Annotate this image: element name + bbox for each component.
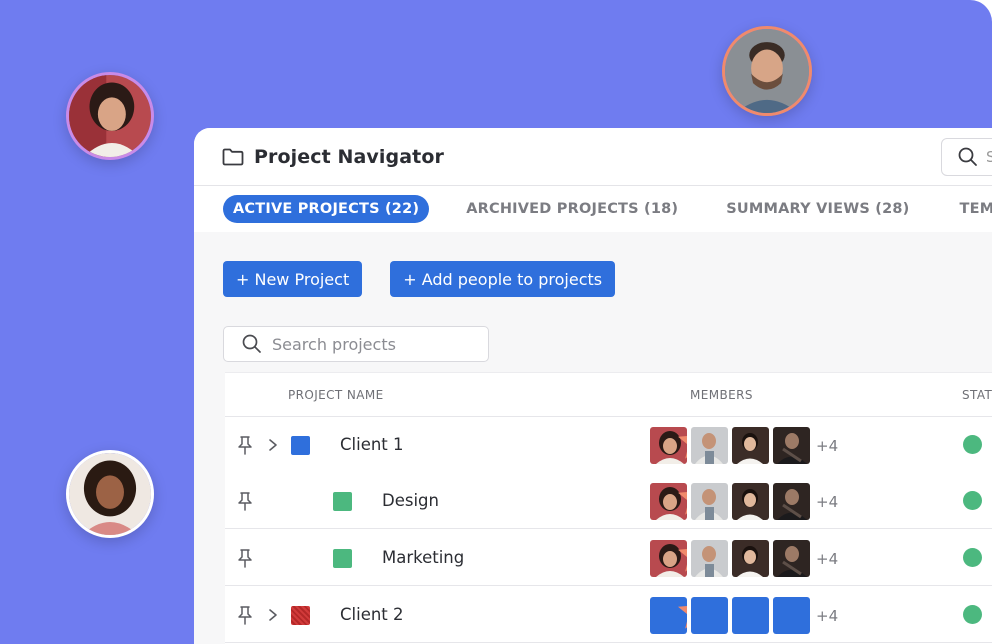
folder-icon xyxy=(222,148,244,165)
member-photo xyxy=(691,427,728,464)
member-avatars[interactable]: +4 xyxy=(650,483,838,520)
avatar-image xyxy=(69,75,151,157)
pin-icon[interactable] xyxy=(236,605,254,625)
member-photo xyxy=(691,540,728,577)
floating-avatar-woman-1 xyxy=(66,72,154,160)
member-placeholder xyxy=(691,597,728,634)
search-placeholder: Search projects xyxy=(272,334,396,354)
pin-icon[interactable] xyxy=(236,548,254,568)
project-name[interactable]: Design xyxy=(382,491,439,510)
table-row-design[interactable]: Design +4 xyxy=(225,473,992,529)
member-avatar xyxy=(650,540,687,577)
table-row-marketing[interactable]: Marketing +4 xyxy=(225,530,992,586)
member-photo xyxy=(732,483,769,520)
status-indicator xyxy=(963,491,982,510)
table-row-client-1[interactable]: Client 1 +4 xyxy=(225,417,992,473)
member-placeholder xyxy=(773,597,810,634)
member-photo xyxy=(732,427,769,464)
member-avatars[interactable]: +4 xyxy=(650,597,838,634)
avatar-image xyxy=(725,29,809,113)
member-avatars[interactable]: +4 xyxy=(650,427,838,464)
floating-avatar-woman-2 xyxy=(66,450,154,538)
chevron-right-icon[interactable] xyxy=(268,438,278,452)
member-photo xyxy=(773,427,810,464)
tab-active-projects[interactable]: ACTIVE PROJECTS (22) xyxy=(223,195,430,223)
search-projects-input[interactable]: Search projects xyxy=(223,326,489,362)
column-header-status[interactable]: STAT xyxy=(962,388,992,402)
member-avatar xyxy=(773,427,810,464)
member-avatar xyxy=(732,540,769,577)
top-search-label: S xyxy=(986,148,992,166)
search-icon xyxy=(242,334,261,353)
member-avatar xyxy=(691,540,728,577)
member-avatars[interactable]: +4 xyxy=(650,540,838,577)
pin-icon[interactable] xyxy=(236,435,254,455)
column-header-project-name[interactable]: PROJECT NAME xyxy=(288,388,384,402)
tab-archived-projects[interactable]: ARCHIVED PROJECTS (18) xyxy=(466,201,678,217)
status-indicator xyxy=(963,605,982,624)
chevron-right-icon[interactable] xyxy=(268,608,278,622)
member-placeholder xyxy=(732,597,769,634)
table-row-client-2[interactable]: Client 2 +4 xyxy=(225,587,992,643)
new-project-button[interactable]: + New Project xyxy=(223,261,363,297)
more-members-count[interactable]: +4 xyxy=(816,607,838,625)
member-placeholder xyxy=(650,597,687,634)
avatar-image xyxy=(69,453,151,535)
floating-avatar-man xyxy=(722,26,812,116)
top-search-button[interactable]: S xyxy=(941,138,992,176)
member-photo xyxy=(773,483,810,520)
project-color-swatch xyxy=(291,606,310,625)
project-name[interactable]: Marketing xyxy=(382,548,464,567)
project-tabs: ACTIVE PROJECTS (22) ARCHIVED PROJECTS (… xyxy=(194,186,992,232)
star-icon xyxy=(678,436,687,459)
member-avatar xyxy=(650,483,687,520)
member-avatar xyxy=(691,483,728,520)
star-icon xyxy=(678,492,687,515)
project-color-swatch xyxy=(291,436,310,455)
project-color-swatch xyxy=(333,549,352,568)
project-navigator-panel: Project Navigator S ACTIVE PROJECTS (22)… xyxy=(194,128,992,644)
tab-templates[interactable]: TEMPL xyxy=(960,201,992,217)
more-members-count[interactable]: +4 xyxy=(816,493,838,511)
member-photo xyxy=(691,483,728,520)
table-header: PROJECT NAME MEMBERS STAT xyxy=(225,373,992,417)
member-avatar xyxy=(650,427,687,464)
status-indicator xyxy=(963,548,982,567)
member-avatar xyxy=(773,540,810,577)
panel-header: Project Navigator S xyxy=(194,128,992,186)
member-avatar xyxy=(732,427,769,464)
search-icon xyxy=(958,147,977,166)
project-color-swatch xyxy=(333,492,352,511)
column-header-members[interactable]: MEMBERS xyxy=(690,388,753,402)
pin-icon[interactable] xyxy=(236,491,254,511)
more-members-count[interactable]: +4 xyxy=(816,550,838,568)
member-avatar xyxy=(732,483,769,520)
member-avatar xyxy=(691,427,728,464)
project-name[interactable]: Client 2 xyxy=(340,605,404,624)
page-title: Project Navigator xyxy=(254,145,444,168)
projects-table: PROJECT NAME MEMBERS STAT Client 1 +4 De… xyxy=(225,372,992,644)
member-photo xyxy=(773,540,810,577)
project-name[interactable]: Client 1 xyxy=(340,435,404,454)
status-indicator xyxy=(963,435,982,454)
member-photo xyxy=(732,540,769,577)
more-members-count[interactable]: +4 xyxy=(816,437,838,455)
star-icon xyxy=(678,549,687,572)
member-avatar xyxy=(773,483,810,520)
add-people-button[interactable]: + Add people to projects xyxy=(390,261,616,297)
star-icon xyxy=(678,606,687,629)
tab-summary-views[interactable]: SUMMARY VIEWS (28) xyxy=(726,201,909,217)
action-buttons: + New Project + Add people to projects xyxy=(223,261,616,297)
